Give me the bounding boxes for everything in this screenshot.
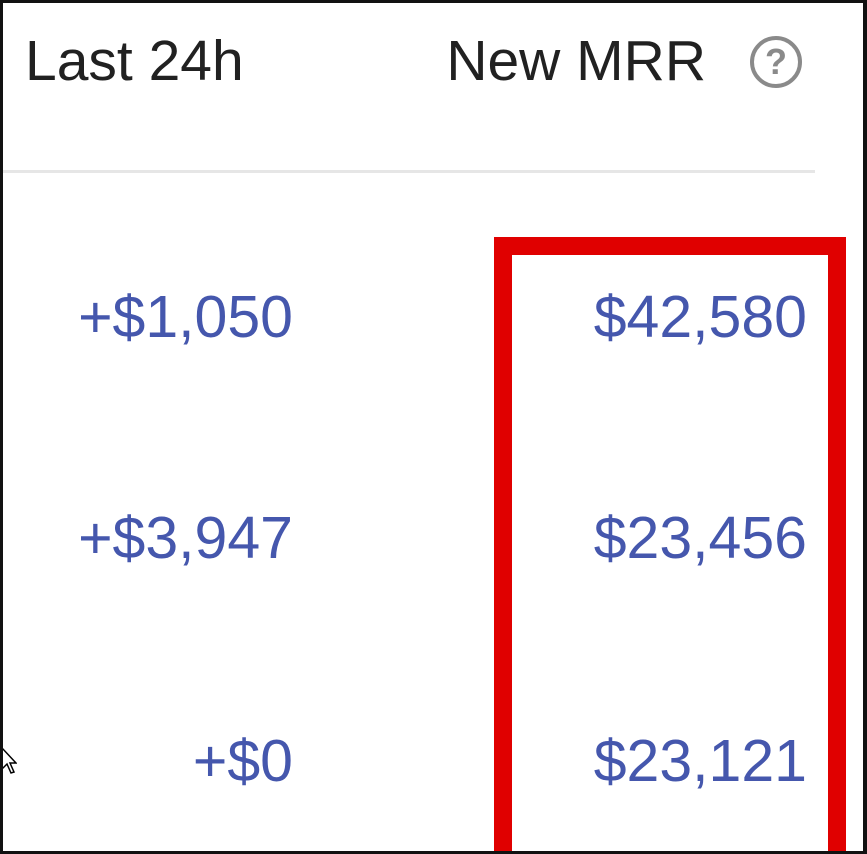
last-24h-change-cell: +$3,947	[78, 505, 293, 571]
new-mrr-cell: $23,121	[593, 728, 807, 794]
new-mrr-cell: $23,456	[593, 505, 807, 571]
last-24h-change-cell: +$0	[192, 728, 293, 794]
last-24h-change-cell: +$1,050	[78, 284, 293, 350]
column-header-new-mrr[interactable]: New MRR	[446, 33, 706, 90]
column-header-last-24h[interactable]: Last 24h	[25, 33, 244, 90]
header-divider	[3, 170, 815, 173]
question-circle-icon[interactable]: ?	[750, 36, 802, 88]
new-mrr-cell: $42,580	[593, 284, 807, 350]
mrr-table-panel: Last 24h New MRR ? +$1,050 $42,580 +$3,9…	[0, 0, 867, 854]
mouse-pointer-icon	[3, 747, 17, 774]
